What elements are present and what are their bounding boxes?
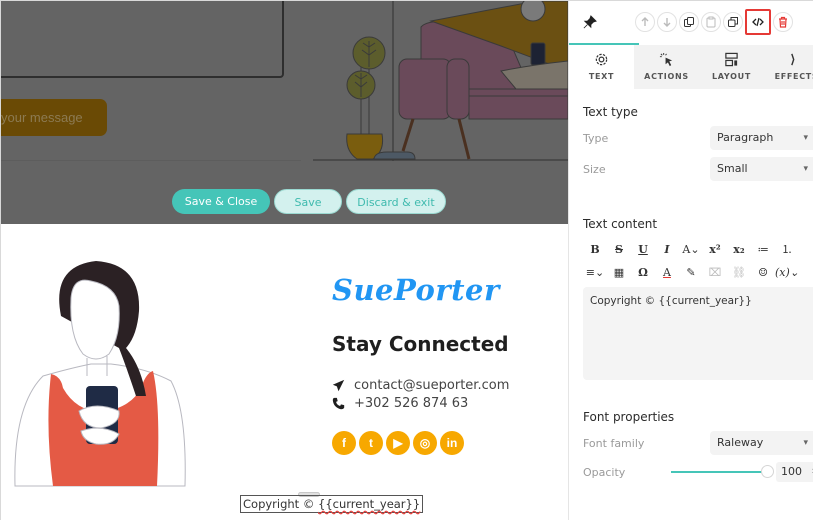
underline-button[interactable]: U [631, 239, 655, 259]
opacity-input[interactable]: 100 [776, 462, 813, 482]
contact-phone-row: +302 526 874 63 [332, 396, 468, 411]
move-up-button[interactable] [635, 12, 655, 32]
contact-email-row: contact@sueporter.com [332, 378, 509, 393]
gear-icon [595, 53, 608, 66]
tab-layout-label: LAYOUT [712, 72, 751, 81]
effects-icon [791, 53, 795, 66]
numbered-list-button[interactable]: ⒈ [775, 239, 799, 259]
font-family-select[interactable]: Raleway [710, 431, 813, 455]
font-family-label: Font family [583, 437, 645, 450]
delete-button[interactable] [773, 12, 793, 32]
copyright-prefix: Copyright © [243, 497, 319, 511]
italic-button[interactable]: I [655, 239, 679, 259]
woman-illustration [14, 261, 186, 487]
editor-action-bar: Save & Close Save Discard & exit [172, 189, 446, 214]
emoji-button[interactable]: ☺ [751, 262, 775, 282]
type-select[interactable]: Paragraph [710, 126, 813, 150]
instagram-icon[interactable]: ◎ [413, 431, 437, 455]
rich-text-toolbar-row2: ≡⌄ ▦ Ω A ✎ ⌧ ⛓ ☺ (x)⌄ [583, 262, 813, 282]
text-type-title: Text type [583, 105, 638, 119]
variables-dropdown[interactable]: (x)⌄ [775, 262, 799, 282]
text-content-title: Text content [583, 217, 658, 231]
tab-actions[interactable]: ACTIONS [634, 45, 699, 89]
font-size-dropdown[interactable]: A⌄ [679, 239, 703, 259]
clipboard-icon [706, 16, 716, 28]
arrow-down-icon [663, 18, 671, 27]
discard-exit-button[interactable]: Discard & exit [346, 189, 446, 214]
highlight-button[interactable]: ✎ [679, 262, 703, 282]
section-divider [1, 160, 301, 161]
pin-icon[interactable] [583, 15, 597, 29]
copy-button[interactable] [723, 12, 743, 32]
bold-button[interactable]: B [583, 239, 607, 259]
align-dropdown[interactable]: ≡⌄ [583, 262, 607, 282]
contact-phone[interactable]: +302 526 874 63 [354, 396, 468, 411]
trash-icon [779, 16, 787, 28]
youtube-icon[interactable]: ▶ [386, 431, 410, 455]
opacity-label: Opacity [583, 466, 626, 479]
clear-format-button[interactable]: ⌧ [703, 262, 727, 282]
text-color-button[interactable]: A [655, 262, 679, 282]
superscript-button[interactable]: x² [703, 239, 727, 259]
rich-text-toolbar-row1: B S U I A⌄ x² x₂ ≔ ⒈ [583, 239, 813, 259]
send-message-button: your message [1, 99, 107, 136]
copyright-variable: {{current_year}} [318, 497, 421, 511]
code-view-button[interactable] [745, 9, 771, 35]
opacity-slider[interactable] [671, 471, 767, 473]
bulleted-list-button[interactable]: ≔ [751, 239, 775, 259]
email-editor: your message Save & Close Save Discard &… [0, 0, 813, 520]
paper-plane-icon [332, 379, 345, 392]
brand-logo: SuePorter [332, 273, 500, 307]
type-label: Type [583, 132, 609, 145]
paste-button[interactable] [701, 12, 721, 32]
table-button[interactable]: ▦ [607, 262, 631, 282]
properties-panel: TEXT ACTIONS LAYOUT EFFECTS Text type Ty… [568, 1, 813, 520]
section-heading: Stay Connected [332, 332, 509, 356]
linkedin-icon[interactable]: in [440, 431, 464, 455]
strikethrough-button[interactable]: S [607, 239, 631, 259]
message-textarea [1, 1, 284, 78]
save-close-button[interactable]: Save & Close [172, 189, 270, 214]
tab-actions-label: ACTIONS [644, 72, 689, 81]
phone-icon [332, 397, 345, 410]
opacity-slider-thumb[interactable] [761, 465, 774, 478]
subscript-button[interactable]: x₂ [727, 239, 751, 259]
tab-layout[interactable]: LAYOUT [699, 45, 764, 89]
twitter-icon[interactable]: t [359, 431, 383, 455]
sofa-illustration [313, 1, 568, 161]
email-canvas: your message Save & Close Save Discard &… [1, 1, 568, 520]
move-down-button[interactable] [657, 12, 677, 32]
pointer-click-icon [659, 52, 673, 67]
layout-icon [725, 52, 738, 67]
facebook-icon[interactable]: f [332, 431, 356, 455]
link-button[interactable]: ⛓ [727, 262, 751, 282]
panel-toolbar [569, 1, 813, 45]
panel-tabs: TEXT ACTIONS LAYOUT EFFECTS [569, 43, 813, 89]
duplicate-block-button[interactable] [679, 12, 699, 32]
editing-overlay: your message Save & Close Save Discard &… [1, 1, 568, 224]
copy-icon [728, 17, 738, 27]
tab-text[interactable]: TEXT [569, 43, 639, 89]
tab-effects-label: EFFECTS [774, 72, 813, 81]
copyright-text-block[interactable]: Copyright © {{current_year}} [240, 495, 424, 513]
font-properties-title: Font properties [583, 410, 675, 424]
size-label: Size [583, 163, 606, 176]
size-select[interactable]: Small [710, 157, 813, 181]
save-button[interactable]: Save [274, 189, 342, 214]
text-content-editor[interactable]: Copyright © {{current_year}} [583, 287, 813, 380]
block-tools [635, 9, 793, 35]
special-char-button[interactable]: Ω [631, 262, 655, 282]
tab-text-label: TEXT [588, 72, 615, 81]
social-links: f t ▶ ◎ in [332, 431, 464, 455]
arrow-up-icon [641, 17, 649, 26]
code-icon [752, 17, 764, 27]
contact-email[interactable]: contact@sueporter.com [354, 378, 509, 393]
tab-effects[interactable]: EFFECTS [764, 45, 813, 89]
duplicate-icon [684, 17, 694, 27]
